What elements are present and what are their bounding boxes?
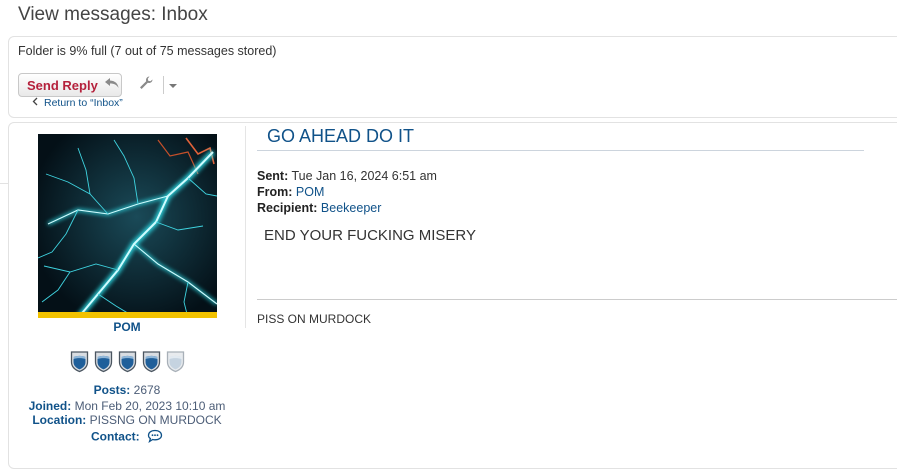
author-username[interactable]: POM [14,320,240,334]
author-contact: Contact: [14,429,240,446]
folder-status: Folder is 9% full (7 out of 75 messages … [18,44,277,58]
wrench-icon [138,75,154,96]
shield-rank-icon [166,350,185,378]
message-signature: PISS ON MURDOCK [257,312,372,326]
message-recipient: Recipient: Beekeeper [257,201,381,215]
author-location: Location: PISSNG ON MURDOCK [14,413,240,427]
profile-column-separator [245,126,246,328]
recipient-user-link[interactable]: Beekeeper [321,201,381,215]
from-user-link[interactable]: POM [296,185,324,199]
shield-rank-icon [142,350,161,378]
recipient-label: Recipient: [257,201,318,215]
contact-label: Contact: [90,429,140,444]
author-posts: Posts: 2678 [14,383,240,397]
left-edge-divider [0,183,8,184]
location-label: Location: [32,413,87,427]
send-reply-label: Send Reply [27,77,98,93]
tools-button[interactable] [135,75,157,95]
sent-value: Tue Jan 16, 2024 6:51 am [291,169,437,183]
reply-arrow-icon [104,76,120,94]
author-joined: Joined: Mon Feb 20, 2023 10:10 am [14,399,240,413]
location-value: PISSNG ON MURDOCK [89,413,222,427]
caret-down-icon [168,76,178,94]
shield-rank-icon [118,350,137,378]
send-reply-button[interactable]: Send Reply [18,73,122,97]
speech-bubble-icon[interactable] [147,429,163,446]
joined-label: Joined: [28,399,72,413]
message-body: END YOUR FUCKING MISERY [264,227,476,244]
author-avatar[interactable] [38,134,217,318]
return-label: Return to “Inbox” [44,97,123,109]
posts-value[interactable]: 2678 [134,383,161,397]
rank-images [70,350,185,378]
message-subject: GO AHEAD DO IT [267,126,415,146]
joined-value: Mon Feb 20, 2023 10:10 am [74,399,226,413]
subject-underline [257,150,864,151]
return-to-inbox-link[interactable]: Return to “Inbox” [32,97,123,109]
shield-rank-icon [70,350,89,378]
message-sent: Sent: Tue Jan 16, 2024 6:51 am [257,169,437,183]
toolbar-separator [163,76,164,94]
tools-dropdown-button[interactable] [166,78,180,92]
from-label: From: [257,185,293,199]
chevron-left-icon [32,97,38,109]
posts-label: Posts: [93,383,131,397]
signature-divider [257,299,897,300]
shield-rank-icon [94,350,113,378]
page-title: View messages: Inbox [18,4,208,25]
message-from: From: POM [257,185,324,199]
sent-label: Sent: [257,169,289,183]
